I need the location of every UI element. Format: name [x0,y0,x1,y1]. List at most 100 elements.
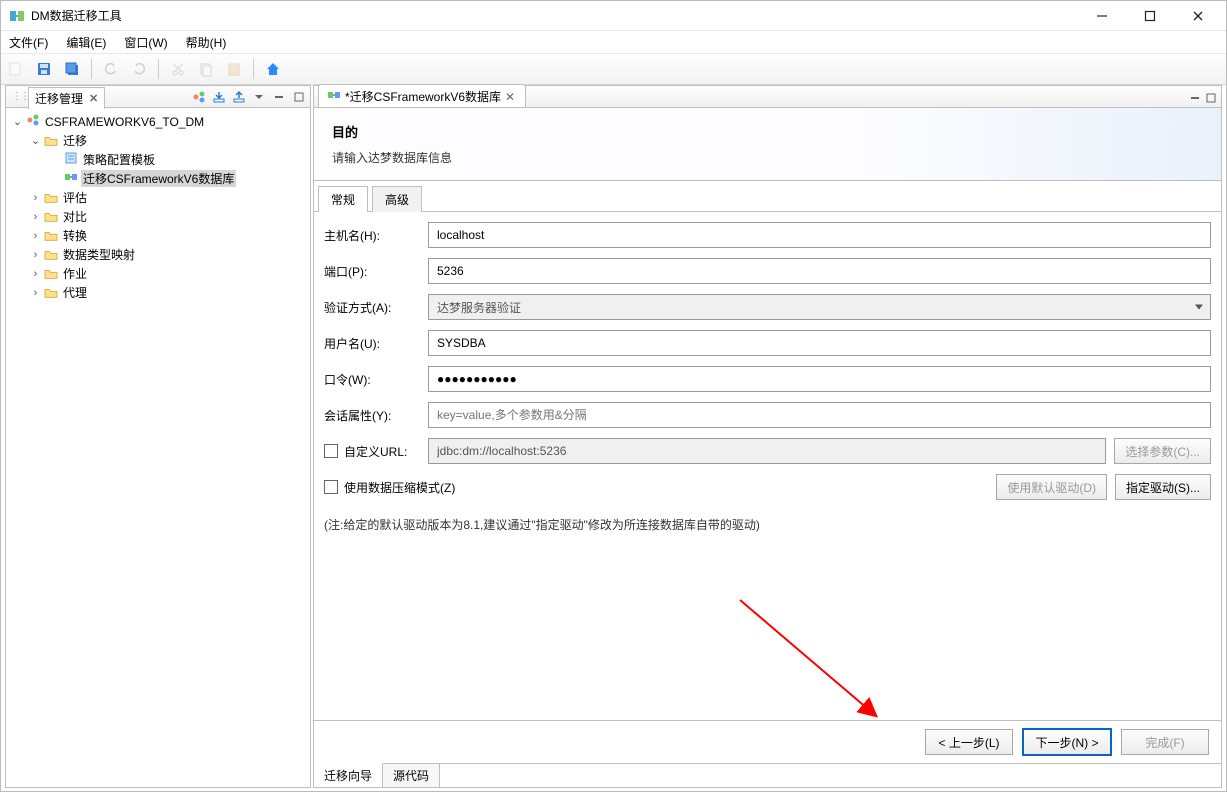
caret-right-icon[interactable]: › [30,230,41,242]
window-title: DM数据迁移工具 [31,7,1082,24]
caret-right-icon[interactable]: › [30,287,41,299]
panel-menu-icon[interactable] [250,88,268,106]
caret-right-icon[interactable]: › [30,192,41,204]
bottom-tabs: 迁移向导 源代码 [314,763,1221,787]
close-icon[interactable]: ✕ [89,92,98,105]
folder-icon [44,268,58,280]
user-input[interactable] [428,330,1211,356]
tree-label: 迁移CSFrameworkV6数据库 [81,170,236,187]
close-icon[interactable]: ✕ [505,90,515,104]
wizard-footer: < 上一步(L) 下一步(N) > 完成(F) [314,720,1221,763]
subtab-advanced[interactable]: 高级 [372,186,422,212]
tree-label: CSFRAMEWORKV6_TO_DM [43,115,206,129]
home-icon[interactable] [262,58,284,80]
folder-icon [44,230,58,242]
tree-label: 数据类型映射 [61,246,137,263]
custom-url-input [428,438,1106,464]
copy-icon[interactable] [195,58,217,80]
password-label: 口令(W): [324,371,428,388]
import-icon[interactable] [210,88,228,106]
editor-area: *迁移CSFrameworkV6数据库 ✕ 目的 请输入达梦数据库信息 常规 高… [313,85,1222,788]
folder-icon [44,249,58,261]
compress-checkbox[interactable] [324,480,338,494]
caret-down-icon[interactable]: ⌄ [12,115,23,128]
caret-down-icon[interactable]: ⌄ [30,134,41,147]
panel-title: 迁移管理 [35,90,83,107]
title-bar: DM数据迁移工具 [1,1,1226,31]
menu-bar: 文件(F) 编辑(E) 窗口(W) 帮助(H) [1,31,1226,53]
minimize-button[interactable] [1082,2,1122,30]
password-input[interactable] [428,366,1211,392]
tree-label: 评估 [61,189,89,206]
tree-folder-migrate[interactable]: ⌄ 迁移 [8,131,308,150]
maximize-panel-icon[interactable] [290,88,308,106]
migrate-task-icon [327,88,341,105]
tree-label: 迁移 [61,132,89,149]
migration-manager-tab[interactable]: 迁移管理 ✕ [28,87,105,109]
session-input[interactable] [428,402,1211,428]
maximize-editor-icon[interactable] [1205,92,1217,107]
tree-folder-job[interactable]: › 作业 [8,264,308,283]
next-button[interactable]: 下一步(N) > [1023,729,1111,755]
prev-button[interactable]: < 上一步(L) [925,729,1013,755]
tree-item-policy[interactable]: 策略配置模板 [8,150,308,169]
menu-help[interactable]: 帮助(H) [182,32,231,53]
undo-icon[interactable] [100,58,122,80]
menu-edit[interactable]: 编辑(E) [62,32,110,53]
minimize-editor-icon[interactable] [1189,92,1201,107]
user-label: 用户名(U): [324,335,428,352]
editor-tab[interactable]: *迁移CSFrameworkV6数据库 ✕ [318,84,526,107]
maximize-button[interactable] [1130,2,1170,30]
port-input[interactable] [428,258,1211,284]
app-icon [9,8,25,24]
tree-folder-convert[interactable]: › 转换 [8,226,308,245]
finish-button[interactable]: 完成(F) [1121,729,1209,755]
wizard-header: 目的 请输入达梦数据库信息 [314,108,1221,181]
paste-icon[interactable] [223,58,245,80]
default-driver-button[interactable]: 使用默认驱动(D) [996,474,1107,500]
host-input[interactable] [428,222,1211,248]
wizard-subtitle: 请输入达梦数据库信息 [332,149,1203,166]
select-params-button[interactable]: 选择参数(C)... [1114,438,1211,464]
redo-icon[interactable] [128,58,150,80]
close-button[interactable] [1178,2,1218,30]
tree-root[interactable]: ⌄ CSFRAMEWORKV6_TO_DM [8,112,308,131]
driver-note: (注:给定的默认驱动版本为8.1,建议通过"指定驱动"修改为所连接数据库自带的驱… [324,516,1211,533]
destination-form: 主机名(H): 端口(P): 验证方式(A): 用户名(U): 口令(W): [314,212,1221,720]
auth-select[interactable] [428,294,1211,320]
caret-right-icon[interactable]: › [30,268,41,280]
tree-label: 对比 [61,208,89,225]
panel-action-icon[interactable] [190,88,208,106]
caret-right-icon[interactable]: › [30,211,41,223]
menu-window[interactable]: 窗口(W) [120,32,171,53]
custom-url-checkbox[interactable] [324,444,338,458]
custom-url-checkbox-label[interactable]: 自定义URL: [324,443,428,460]
save-icon[interactable] [33,58,55,80]
tree-folder-evaluate[interactable]: › 评估 [8,188,308,207]
specify-driver-button[interactable]: 指定驱动(S)... [1115,474,1211,500]
form-subtabs: 常规 高级 [314,181,1221,212]
panel-drag-handle-icon[interactable]: ⋮⋮ [12,91,28,102]
tree-item-migrate-task[interactable]: 迁移CSFrameworkV6数据库 [8,169,308,188]
menu-file[interactable]: 文件(F) [5,32,52,53]
tree-folder-agent[interactable]: › 代理 [8,283,308,302]
tree-label: 作业 [61,265,89,282]
cut-icon[interactable] [167,58,189,80]
wizard-title: 目的 [332,122,1203,141]
minimize-panel-icon[interactable] [270,88,288,106]
subtab-general[interactable]: 常规 [318,186,368,212]
folder-open-icon [44,135,58,147]
export-icon[interactable] [230,88,248,106]
session-label: 会话属性(Y): [324,407,428,424]
project-icon [26,113,40,130]
tree-folder-typemap[interactable]: › 数据类型映射 [8,245,308,264]
caret-right-icon[interactable]: › [30,249,41,261]
new-icon[interactable] [5,58,27,80]
bottom-tab-wizard[interactable]: 迁移向导 [314,763,383,787]
compress-checkbox-label[interactable]: 使用数据压缩模式(Z) [324,479,455,496]
migrate-task-icon [64,170,78,187]
bottom-tab-source[interactable]: 源代码 [383,764,440,787]
left-panel-tabbar: ⋮⋮ 迁移管理 ✕ [6,86,310,108]
tree-folder-compare[interactable]: › 对比 [8,207,308,226]
save-all-icon[interactable] [61,58,83,80]
